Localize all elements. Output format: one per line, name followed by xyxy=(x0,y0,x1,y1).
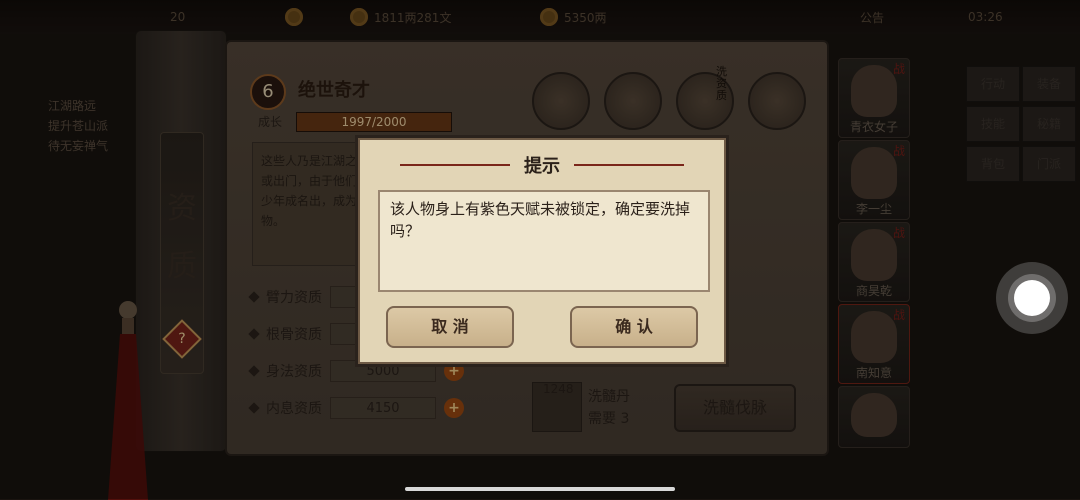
dialog-title: 提示 xyxy=(524,156,560,177)
dialog-message-box: 该人物身上有紫色天赋未被锁定，确定要洗掉吗？ xyxy=(378,190,710,292)
assistive-touch-icon xyxy=(1014,280,1050,316)
home-indicator[interactable] xyxy=(405,487,675,491)
confirm-button[interactable]: 确 认 xyxy=(570,306,698,348)
dialog-message: 该人物身上有紫色天赋未被锁定，确定要洗掉吗？ xyxy=(390,200,691,240)
cancel-button[interactable]: 取 消 xyxy=(386,306,514,348)
confirm-dialog: 提示 该人物身上有紫色天赋未被锁定，确定要洗掉吗？ 取 消 确 认 xyxy=(358,138,726,364)
